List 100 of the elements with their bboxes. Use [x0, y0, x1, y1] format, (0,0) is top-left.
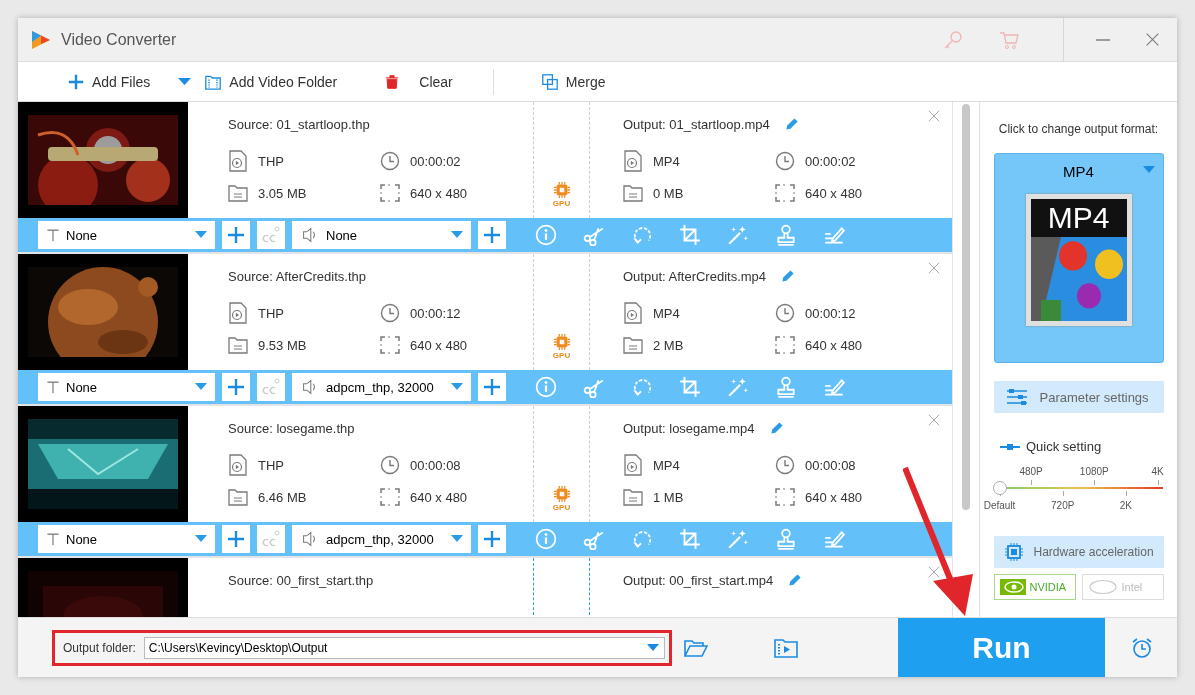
document-icon [228, 487, 248, 507]
format-text: THP [258, 457, 284, 473]
video-file-icon [623, 150, 643, 172]
add-folder-button[interactable]: Add Video Folder [205, 72, 338, 91]
resolution-icon [775, 488, 795, 506]
close-button[interactable] [928, 262, 940, 274]
close-icon [928, 414, 940, 426]
window-title: Video Converter [61, 30, 178, 49]
source-name: Source: AfterCredits.thp [228, 268, 366, 284]
info-button[interactable] [535, 528, 557, 550]
format-text: THP [258, 305, 284, 321]
info-button[interactable] [535, 224, 557, 246]
resolution-icon [380, 336, 400, 354]
add-subtitle-button[interactable] [222, 525, 250, 553]
clear-button[interactable]: Clear [385, 73, 453, 90]
minimize-button[interactable] [1096, 38, 1110, 41]
hardware-acceleration-button[interactable]: Hardware acceleration [993, 536, 1164, 568]
info-button[interactable] [535, 376, 557, 398]
crop-button[interactable] [679, 376, 701, 398]
edit-lines-button[interactable] [823, 528, 845, 550]
add-files-dropdown[interactable] [178, 77, 192, 86]
edit-lines-button[interactable] [823, 376, 845, 398]
quality-tick: 720P [1051, 500, 1075, 511]
caret-icon [1142, 166, 1155, 174]
close-button[interactable] [928, 566, 940, 578]
slider-knob[interactable] [992, 481, 1007, 495]
source-name: Source: 00_first_start.thp [228, 572, 374, 588]
duration-text: 00:00:08 [805, 457, 856, 473]
resolution-text: 640 x 480 [805, 337, 863, 353]
format-text: MP4 [653, 153, 680, 169]
audio-dropdown[interactable]: adpcm_thp, 32000 [292, 373, 471, 401]
resolution-icon [380, 488, 400, 506]
key-button[interactable] [943, 29, 963, 50]
alarm-button[interactable] [1131, 636, 1153, 659]
add-subtitle-button[interactable] [222, 221, 250, 249]
parameter-settings-button[interactable]: Parameter settings [993, 381, 1164, 413]
stamp-button[interactable] [775, 224, 797, 246]
chip-icon [552, 485, 571, 503]
close-icon [928, 262, 940, 274]
rotate-icon [631, 224, 653, 246]
text-icon [46, 227, 60, 243]
magic-wand-button[interactable] [727, 528, 749, 550]
resolution-text: 640 x 480 [805, 185, 863, 201]
duration-text: 00:00:02 [410, 153, 461, 169]
add-subtitle-button[interactable] [222, 373, 250, 401]
file-size: 9.53 MB [258, 337, 307, 353]
rotate-button[interactable] [631, 528, 653, 550]
plus-icon [68, 73, 84, 90]
stamp-button[interactable] [775, 528, 797, 550]
rotate-icon [631, 376, 653, 398]
add-audio-button[interactable] [478, 221, 506, 249]
close-button[interactable] [928, 110, 940, 122]
open-folder-button[interactable] [684, 638, 708, 657]
audio-dropdown[interactable]: None [292, 221, 471, 249]
clock-icon [380, 455, 400, 475]
subtitle-dropdown[interactable]: None [38, 221, 215, 249]
stamp-button[interactable] [775, 376, 797, 398]
audio-dropdown[interactable]: adpcm_thp, 32000 [292, 525, 471, 553]
close-icon [928, 110, 940, 122]
subtitle-dropdown[interactable]: None [38, 525, 215, 553]
add-audio-button[interactable] [478, 525, 506, 553]
rotate-button[interactable] [631, 376, 653, 398]
cart-button[interactable] [999, 29, 1019, 50]
folder-icon [684, 638, 708, 657]
plus-icon [227, 378, 245, 396]
add-files-button[interactable]: Add Files [68, 73, 151, 90]
subtitle-settings-button[interactable] [257, 525, 285, 553]
subtitle-settings-button[interactable] [257, 373, 285, 401]
stamp-icon [775, 528, 797, 550]
crop-button[interactable] [679, 528, 701, 550]
magic-wand-button[interactable] [727, 224, 749, 246]
info-icon [535, 376, 557, 398]
duration-text: 00:00:12 [805, 305, 856, 321]
edit-lines-button[interactable] [823, 224, 845, 246]
format-selector[interactable]: MP4 MP4 [993, 153, 1164, 363]
info-icon [535, 528, 557, 550]
caret-icon [178, 77, 192, 86]
gpu-label: GPU [552, 351, 571, 360]
magic-wand-button[interactable] [727, 376, 749, 398]
quality-tick: 2K [1119, 500, 1132, 511]
quality-tick: 4K [1151, 466, 1164, 477]
slider-mini-icon [1000, 443, 1020, 450]
video-folder-button[interactable] [774, 637, 798, 658]
caret-icon [195, 383, 207, 391]
scrollbar[interactable] [962, 104, 970, 510]
rotate-button[interactable] [631, 224, 653, 246]
close-button[interactable] [1146, 33, 1159, 46]
stamp-icon [775, 224, 797, 246]
pencil-icon [768, 420, 785, 436]
subtitle-dropdown[interactable]: None [38, 373, 215, 401]
output-name: Output: AfterCredits.mp4 [623, 268, 767, 284]
output-folder-field[interactable]: C:\Users\Kevincy\Desktop\Output [143, 636, 665, 659]
close-button[interactable] [928, 414, 940, 426]
crop-button[interactable] [679, 224, 701, 246]
subtitle-settings-button[interactable] [257, 221, 285, 249]
video-file-icon [228, 150, 248, 172]
merge-button[interactable]: Merge [541, 73, 606, 90]
add-audio-button[interactable] [478, 373, 506, 401]
folder-dropdown-button[interactable] [647, 643, 659, 652]
trash-icon [385, 73, 400, 90]
